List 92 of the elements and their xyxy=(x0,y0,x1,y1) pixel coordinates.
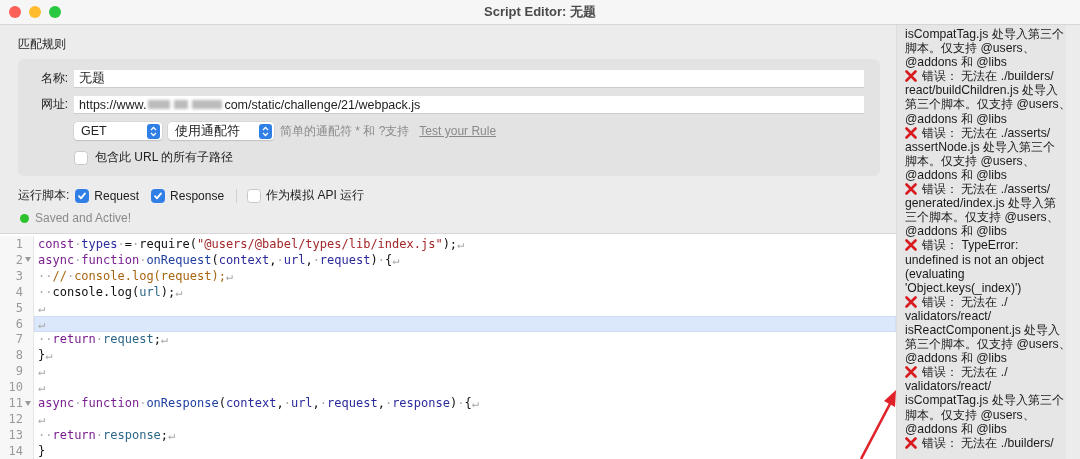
line-number: 14 xyxy=(8,443,23,458)
log-text: 三个脚本。仅支持 @users、 xyxy=(905,210,1059,225)
code-line: const·types·=·require("@users/@babel/types/lib/index.js");↵ xyxy=(37,236,466,252)
log-text: @addons 和 @libs xyxy=(905,167,1007,183)
log-text: @addons 和 @libs xyxy=(905,421,1007,436)
log-text: 错误： 无法在 ./ xyxy=(922,294,1008,309)
code-line: ↵ xyxy=(37,411,47,428)
log-text: 脚本。仅支持 @users、 xyxy=(905,41,1035,56)
line-number: 6 xyxy=(15,316,23,331)
annotation-arrow xyxy=(859,390,896,459)
log-text: 脚本。仅支持 @users、 xyxy=(905,153,1035,168)
error-cross-icon xyxy=(905,70,917,83)
log-text: 第三个脚本。仅支持 @users、 xyxy=(905,337,1066,352)
checkbox[interactable] xyxy=(151,188,166,203)
fold-arrow-icon[interactable] xyxy=(25,257,31,263)
line-number: 13 xyxy=(8,428,23,442)
log-text: @addons 和 @libs xyxy=(905,224,1007,239)
log-text: generated/index.js 处导入第 xyxy=(905,196,1056,211)
code-line: ↵ xyxy=(37,299,47,316)
log-text: 错误： 无法在 ./builders/ xyxy=(922,69,1054,84)
line-number: 10 xyxy=(8,380,23,395)
line-number: 12 xyxy=(8,412,23,427)
log-text: 'Object.keys(_index)') xyxy=(905,280,1022,295)
log-text: 错误： 无法在 ./asserts/ xyxy=(922,182,1051,197)
log-text: @addons 和 @libs xyxy=(905,55,1007,70)
fold-arrow-icon[interactable] xyxy=(25,400,31,406)
checkbox-label: Request xyxy=(94,188,140,203)
match-mode-select[interactable]: 使用通配符 xyxy=(168,122,274,140)
log-text: @addons 和 @libs xyxy=(905,351,1007,366)
section-heading: 匹配规则 xyxy=(18,36,67,53)
log-text: isCompatTag.js 处导入第三个 xyxy=(905,393,1064,408)
checkbox[interactable] xyxy=(75,188,90,203)
checkbox[interactable] xyxy=(247,188,262,203)
name-field[interactable]: 无题 xyxy=(74,70,864,87)
line-number: 5 xyxy=(15,300,23,315)
error-cross-icon xyxy=(905,295,917,308)
field-label: 网址: xyxy=(39,96,68,113)
log-text: 第三个脚本。仅支持 @users、 xyxy=(905,97,1066,112)
log-text: 脚本。仅支持 @users、 xyxy=(905,407,1035,422)
code-line: async·function·onRequest(context,·url,·request)·{↵ xyxy=(37,251,401,268)
code-line: ↵ xyxy=(37,379,47,396)
log-text: isReactComponent.js 处导入 xyxy=(905,322,1061,337)
window-title: Script Editor: 无题 xyxy=(484,4,596,19)
method-select[interactable]: GET xyxy=(74,122,162,140)
status-text: Saved and Active! xyxy=(35,211,132,225)
log-text: validators/react/ xyxy=(905,379,992,394)
zoom-button[interactable] xyxy=(49,6,61,18)
error-cross-icon xyxy=(905,239,917,252)
line-number: 1 xyxy=(15,236,23,251)
url-field[interactable]: https://www. com/static/challenge/21/webpack.js xyxy=(74,96,864,113)
code-line: ↵ xyxy=(37,363,47,380)
error-cross-icon xyxy=(905,366,917,379)
code-line: } xyxy=(37,443,47,459)
error-cross-icon xyxy=(905,126,917,139)
field-label: 名称: xyxy=(39,70,68,87)
checkbox-label: 包含此 URL 的所有子路径 xyxy=(95,149,234,166)
log-text: 错误： TypeError: xyxy=(922,238,1019,253)
line-number: 3 xyxy=(15,268,23,283)
log-text: assertNode.js 处导入第三个 xyxy=(905,139,1055,154)
hint-text: 简单的通配符 * 和 ?支持 xyxy=(280,122,410,140)
log-text: isCompatTag.js 处导入第三个 xyxy=(905,27,1064,41)
line-number: 8 xyxy=(15,348,23,363)
log-text: 错误： 无法在 ./asserts/ xyxy=(922,125,1051,140)
log-text: 错误： 无法在 ./builders/ xyxy=(922,435,1054,450)
code-line: async·function·onResponse(context,·url,·request,·response)·{↵ xyxy=(37,395,480,412)
error-cross-icon xyxy=(905,436,917,449)
line-number: 7 xyxy=(15,332,23,347)
code-line: ··console.log(url);↵ xyxy=(37,283,184,300)
line-number: 2 xyxy=(15,252,23,267)
line-number: 4 xyxy=(15,284,23,299)
status-dot xyxy=(20,213,29,223)
log-text: 错误： 无法在 ./ xyxy=(922,365,1008,380)
error-cross-icon xyxy=(905,183,917,196)
close-button[interactable] xyxy=(9,6,21,18)
code-line: ··//·console.log(request);↵ xyxy=(37,267,235,284)
log-text: validators/react/ xyxy=(905,308,992,323)
minimize-button[interactable] xyxy=(29,6,41,18)
stepper-icon[interactable] xyxy=(147,123,160,139)
code-line: ··return·request;↵ xyxy=(37,331,170,348)
log-text: react/buildChildren.js 处导入 xyxy=(905,83,1059,98)
run-script-label: 运行脚本: xyxy=(18,187,70,204)
log-text: (evaluating xyxy=(905,266,965,281)
log-text: undefined is not an object xyxy=(905,252,1044,267)
log-text: @addons 和 @libs xyxy=(905,111,1007,126)
checkbox-label: 作为模拟 API 运行 xyxy=(266,187,365,204)
line-number: 9 xyxy=(15,364,23,379)
stepper-icon[interactable] xyxy=(259,123,272,139)
code-line: ··return·response;↵ xyxy=(37,427,177,443)
checkbox-label: Response xyxy=(170,188,225,203)
line-number: 11 xyxy=(8,396,23,411)
code-line: }↵ xyxy=(37,347,54,364)
checkbox[interactable] xyxy=(74,150,88,165)
